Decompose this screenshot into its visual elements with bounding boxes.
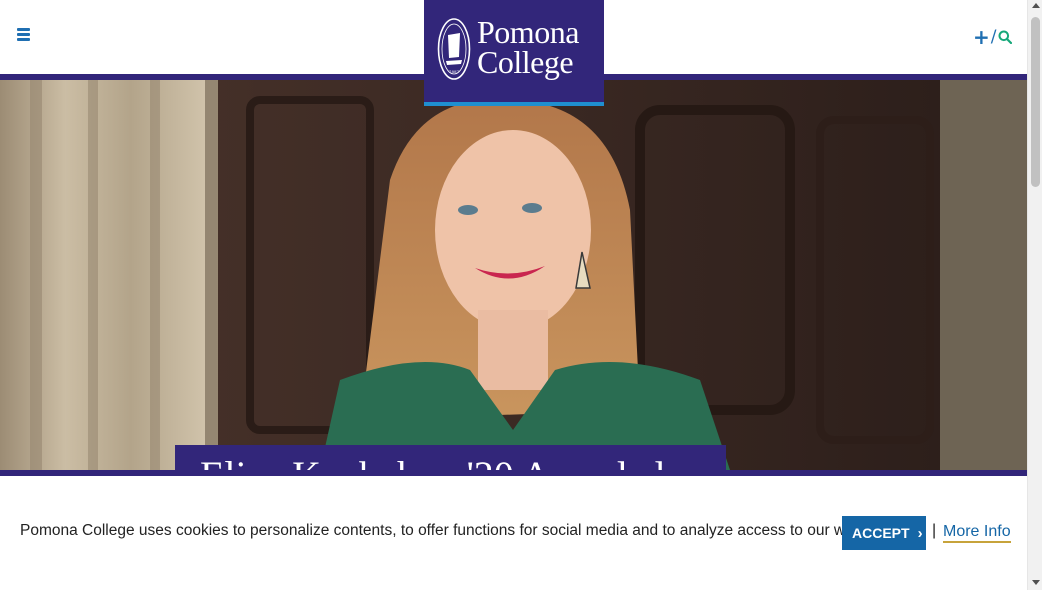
logo-line-college: College — [477, 44, 574, 80]
plus-icon[interactable]: + — [973, 27, 990, 47]
tools-separator: / — [990, 27, 997, 47]
accept-cookies-button[interactable]: ACCEPT › — [842, 516, 926, 550]
site-logo[interactable]: 1887 Pomona College — [424, 0, 604, 106]
cookie-message: Pomona College uses cookies to personali… — [20, 522, 891, 539]
chevron-right-icon: › — [917, 524, 923, 542]
more-info-link[interactable]: More Info — [943, 522, 1011, 543]
cookie-separator: | — [932, 522, 937, 539]
cookie-consent-banner: Pomona College uses cookies to personali… — [0, 476, 1027, 590]
hero-banner[interactable] — [0, 80, 1027, 470]
logo-line-pomona: Pomona — [477, 14, 579, 50]
scroll-down-arrow-icon[interactable] — [1032, 580, 1040, 585]
search-icon[interactable] — [998, 30, 1012, 44]
hamburger-menu-icon[interactable] — [14, 24, 36, 46]
college-seal-icon: 1887 — [437, 18, 471, 80]
scrollbar-thumb[interactable] — [1031, 17, 1040, 187]
svg-text:1887: 1887 — [449, 69, 460, 74]
quicklinks-search-toggle[interactable]: + / — [973, 26, 1013, 48]
logo-wordmark: Pomona College — [477, 14, 579, 80]
hero-photo — [0, 80, 1027, 470]
accept-button-label: ACCEPT — [852, 525, 910, 541]
page-scrollbar[interactable] — [1027, 0, 1042, 590]
scroll-up-arrow-icon[interactable] — [1032, 3, 1040, 8]
